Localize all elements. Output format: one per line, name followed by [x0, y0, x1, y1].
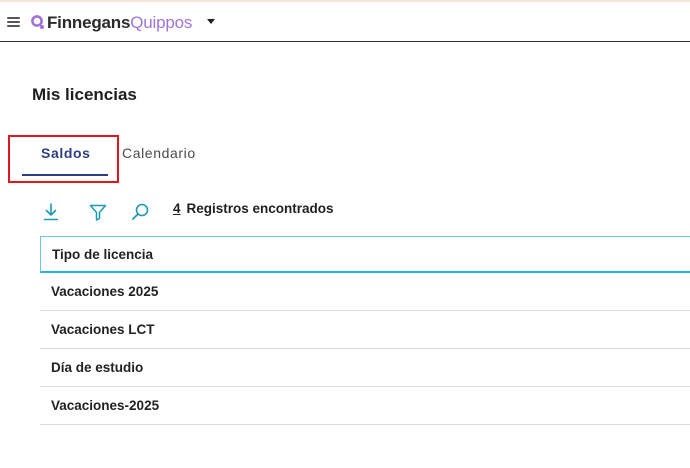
records-label: Registros encontrados — [186, 201, 334, 216]
hamburger-icon[interactable] — [7, 17, 20, 27]
caret-down-icon[interactable] — [207, 19, 215, 24]
table-row[interactable]: Vacaciones LCT — [40, 311, 690, 349]
app-header: FinnegansQuippos — [0, 2, 690, 42]
tab-calendario[interactable]: Calendario — [122, 145, 196, 161]
brand-secondary: Quippos — [130, 13, 193, 32]
download-icon[interactable] — [42, 202, 60, 222]
table-row[interactable]: Vacaciones-2025 — [40, 387, 690, 425]
logo-icon — [31, 15, 44, 29]
highlight-annotation-box — [8, 135, 119, 183]
records-count: 4 — [173, 201, 181, 216]
records-found: 4 Registros encontrados — [173, 201, 334, 216]
filter-icon[interactable] — [88, 202, 108, 222]
licenses-table: Tipo de licencia Vacaciones 2025 Vacacio… — [40, 236, 690, 425]
search-icon[interactable] — [130, 202, 151, 222]
table-row[interactable]: Vacaciones 2025 — [40, 273, 690, 311]
brand-primary: Finnegans — [47, 13, 131, 32]
page-title: Mis licencias — [32, 85, 137, 104]
table-row[interactable]: Día de estudio — [40, 349, 690, 387]
brand-logo: FinnegansQuippos — [47, 13, 192, 33]
column-header-tipo-licencia[interactable]: Tipo de licencia — [40, 236, 690, 273]
